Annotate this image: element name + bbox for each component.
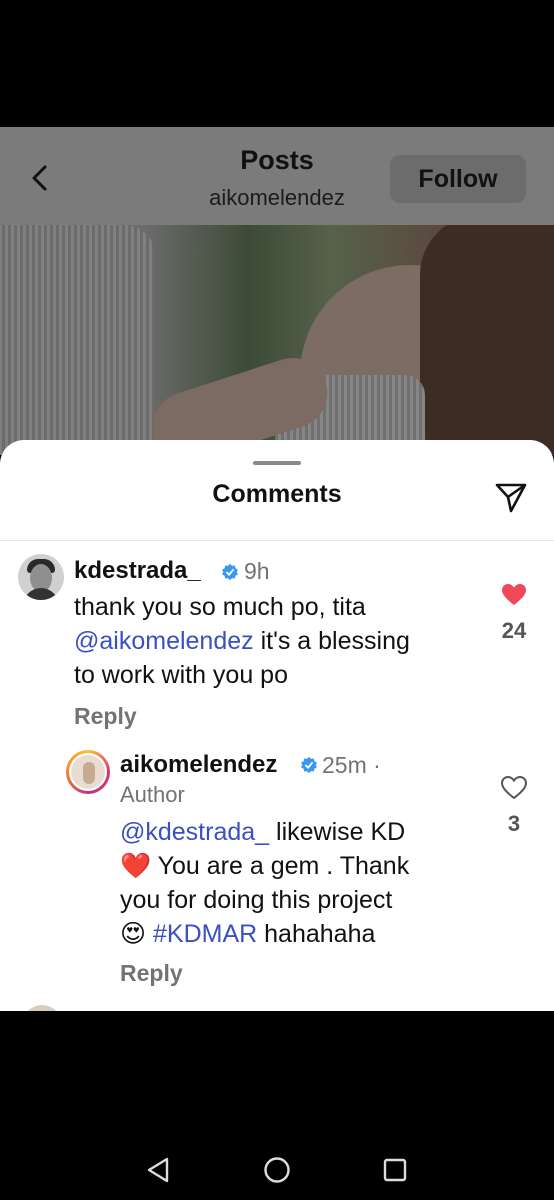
- comment-username[interactable]: aikomelendez: [120, 751, 277, 779]
- like-count: 24: [501, 618, 527, 643]
- mention-link[interactable]: @kdestrada_: [120, 818, 269, 846]
- comment-line: 😍 #KDMAR hahahaha: [120, 920, 376, 948]
- comment-line: @kdestrada_ likewise KD: [120, 818, 406, 846]
- avatar[interactable]: [18, 554, 64, 600]
- verified-badge-icon: [301, 756, 317, 774]
- comment-text: thank you so much po, tita @aikomelendez…: [74, 590, 474, 692]
- photo-shirt: [0, 225, 155, 455]
- heart-icon[interactable]: [501, 583, 527, 607]
- comment-line: @aikomelendez it's a blessing: [74, 627, 410, 655]
- screen: Posts aikomelendez Follow Comments kdest…: [0, 0, 554, 1200]
- comment-username[interactable]: kdestrada_: [74, 557, 201, 585]
- divider: [0, 540, 554, 541]
- like-count: 3: [507, 811, 521, 836]
- top-header: Posts aikomelendez Follow: [0, 127, 554, 225]
- comment-time: 25m ·: [322, 752, 381, 778]
- comments-title: Comments: [212, 480, 342, 508]
- heart-emoji: ❤️: [120, 852, 152, 880]
- square-recents-icon[interactable]: [381, 1156, 409, 1184]
- photo-hair: [420, 225, 554, 455]
- hashtag-link[interactable]: #KDMAR: [153, 920, 257, 948]
- comment-line: thank you so much po, tita: [74, 593, 366, 621]
- triangle-back-icon[interactable]: [145, 1156, 173, 1184]
- comment-line: to work with you po: [74, 661, 288, 689]
- avatar[interactable]: [66, 750, 110, 794]
- paper-plane-icon[interactable]: [494, 480, 528, 514]
- system-nav-bar: [0, 1011, 554, 1200]
- comment-time: 9h: [244, 558, 270, 584]
- reply-button[interactable]: Reply: [120, 960, 183, 987]
- heart-eyes-emoji: 😍: [120, 920, 147, 948]
- post-photo: [0, 225, 554, 455]
- comment-line: you for doing this project: [120, 886, 393, 914]
- circle-home-icon[interactable]: [263, 1156, 291, 1184]
- reply-button[interactable]: Reply: [74, 703, 137, 730]
- drag-handle[interactable]: [253, 461, 301, 465]
- comments-sheet: Comments kdestrada_ 9h thank you so much…: [0, 440, 554, 1011]
- comment-text: @kdestrada_ likewise KD ❤️ You are a gem…: [120, 815, 480, 951]
- mention-link[interactable]: @aikomelendez: [74, 627, 254, 655]
- author-label: Author: [120, 782, 185, 807]
- heart-icon[interactable]: [501, 776, 527, 800]
- comment-line: ❤️ You are a gem . Thank: [120, 852, 410, 880]
- follow-button[interactable]: Follow: [390, 155, 526, 203]
- verified-badge-icon: [222, 563, 238, 581]
